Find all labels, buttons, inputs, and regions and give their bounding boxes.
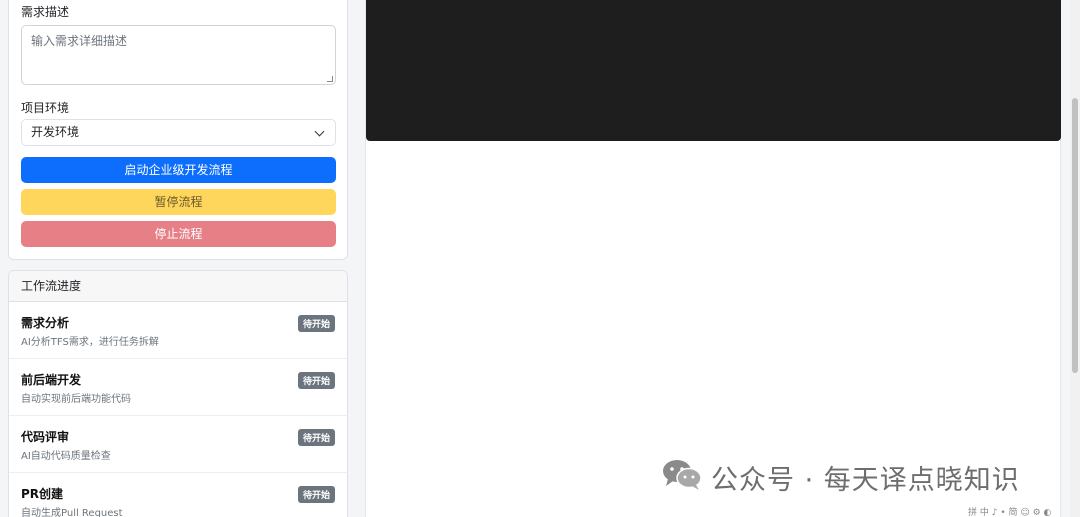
- step-description: 自动生成Pull Request: [21, 508, 123, 517]
- watermark-text: 公众号 · 每天译点晓知识: [711, 465, 1020, 496]
- workflow-progress-card: 工作流进度 需求分析 AI分析TFS需求，进行任务拆解 待开始 前后端开发 自动…: [8, 270, 348, 517]
- stop-workflow-button[interactable]: 停止流程: [21, 221, 336, 247]
- status-badge: 待开始: [297, 372, 335, 389]
- workflow-header: 工作流进度: [9, 271, 347, 302]
- step-title: 需求分析: [21, 316, 70, 330]
- step-description: AI分析TFS需求，进行任务拆解: [21, 337, 159, 348]
- left-column: 需求描述 输入需求详细描述 项目环境 开发环境 启动企业级开发流程 暂停流程 停…: [0, 0, 356, 517]
- description-placeholder: 输入需求详细描述: [31, 34, 128, 48]
- workflow-step: PR创建 自动生成Pull Request 待开始: [9, 473, 347, 517]
- terminal-output[interactable]: [366, 0, 1061, 141]
- description-label: 需求描述: [21, 5, 70, 19]
- pause-workflow-button[interactable]: 暂停流程: [21, 189, 336, 215]
- watermark: 公众号 · 每天译点晓知识: [661, 455, 1051, 496]
- step-description: AI自动代码质量检查: [21, 451, 111, 462]
- status-badge: 待开始: [297, 315, 335, 332]
- status-badge: 待开始: [297, 429, 335, 446]
- step-description: 自动实现前后端功能代码: [21, 394, 131, 405]
- ime-tray[interactable]: 拼 中 ♪ • 简 ☺ ⚙ ◐: [968, 505, 1051, 517]
- start-workflow-button[interactable]: 启动企业级开发流程: [21, 157, 336, 183]
- workflow-step: 需求分析 AI分析TFS需求，进行任务拆解 待开始: [9, 302, 347, 359]
- output-panel: [365, 0, 1061, 517]
- step-title: 代码评审: [21, 430, 70, 444]
- step-title: 前后端开发: [21, 373, 82, 387]
- scrollbar-thumb[interactable]: [1072, 98, 1078, 373]
- workflow-step: 代码评审 AI自动代码质量检查 待开始: [9, 416, 347, 473]
- status-badge: 待开始: [297, 486, 335, 503]
- requirement-form-card: 需求描述 输入需求详细描述 项目环境 开发环境 启动企业级开发流程 暂停流程 停…: [8, 0, 348, 260]
- step-title: PR创建: [21, 487, 64, 501]
- environment-label: 项目环境: [21, 101, 70, 115]
- environment-value: 开发环境: [31, 125, 80, 139]
- description-textarea[interactable]: 输入需求详细描述: [21, 25, 336, 85]
- wechat-icon: [663, 460, 702, 490]
- resize-handle-icon[interactable]: [327, 76, 333, 82]
- workflow-step: 前后端开发 自动实现前后端功能代码 待开始: [9, 359, 347, 416]
- environment-select[interactable]: 开发环境: [21, 119, 336, 146]
- chevron-down-icon: [314, 126, 325, 137]
